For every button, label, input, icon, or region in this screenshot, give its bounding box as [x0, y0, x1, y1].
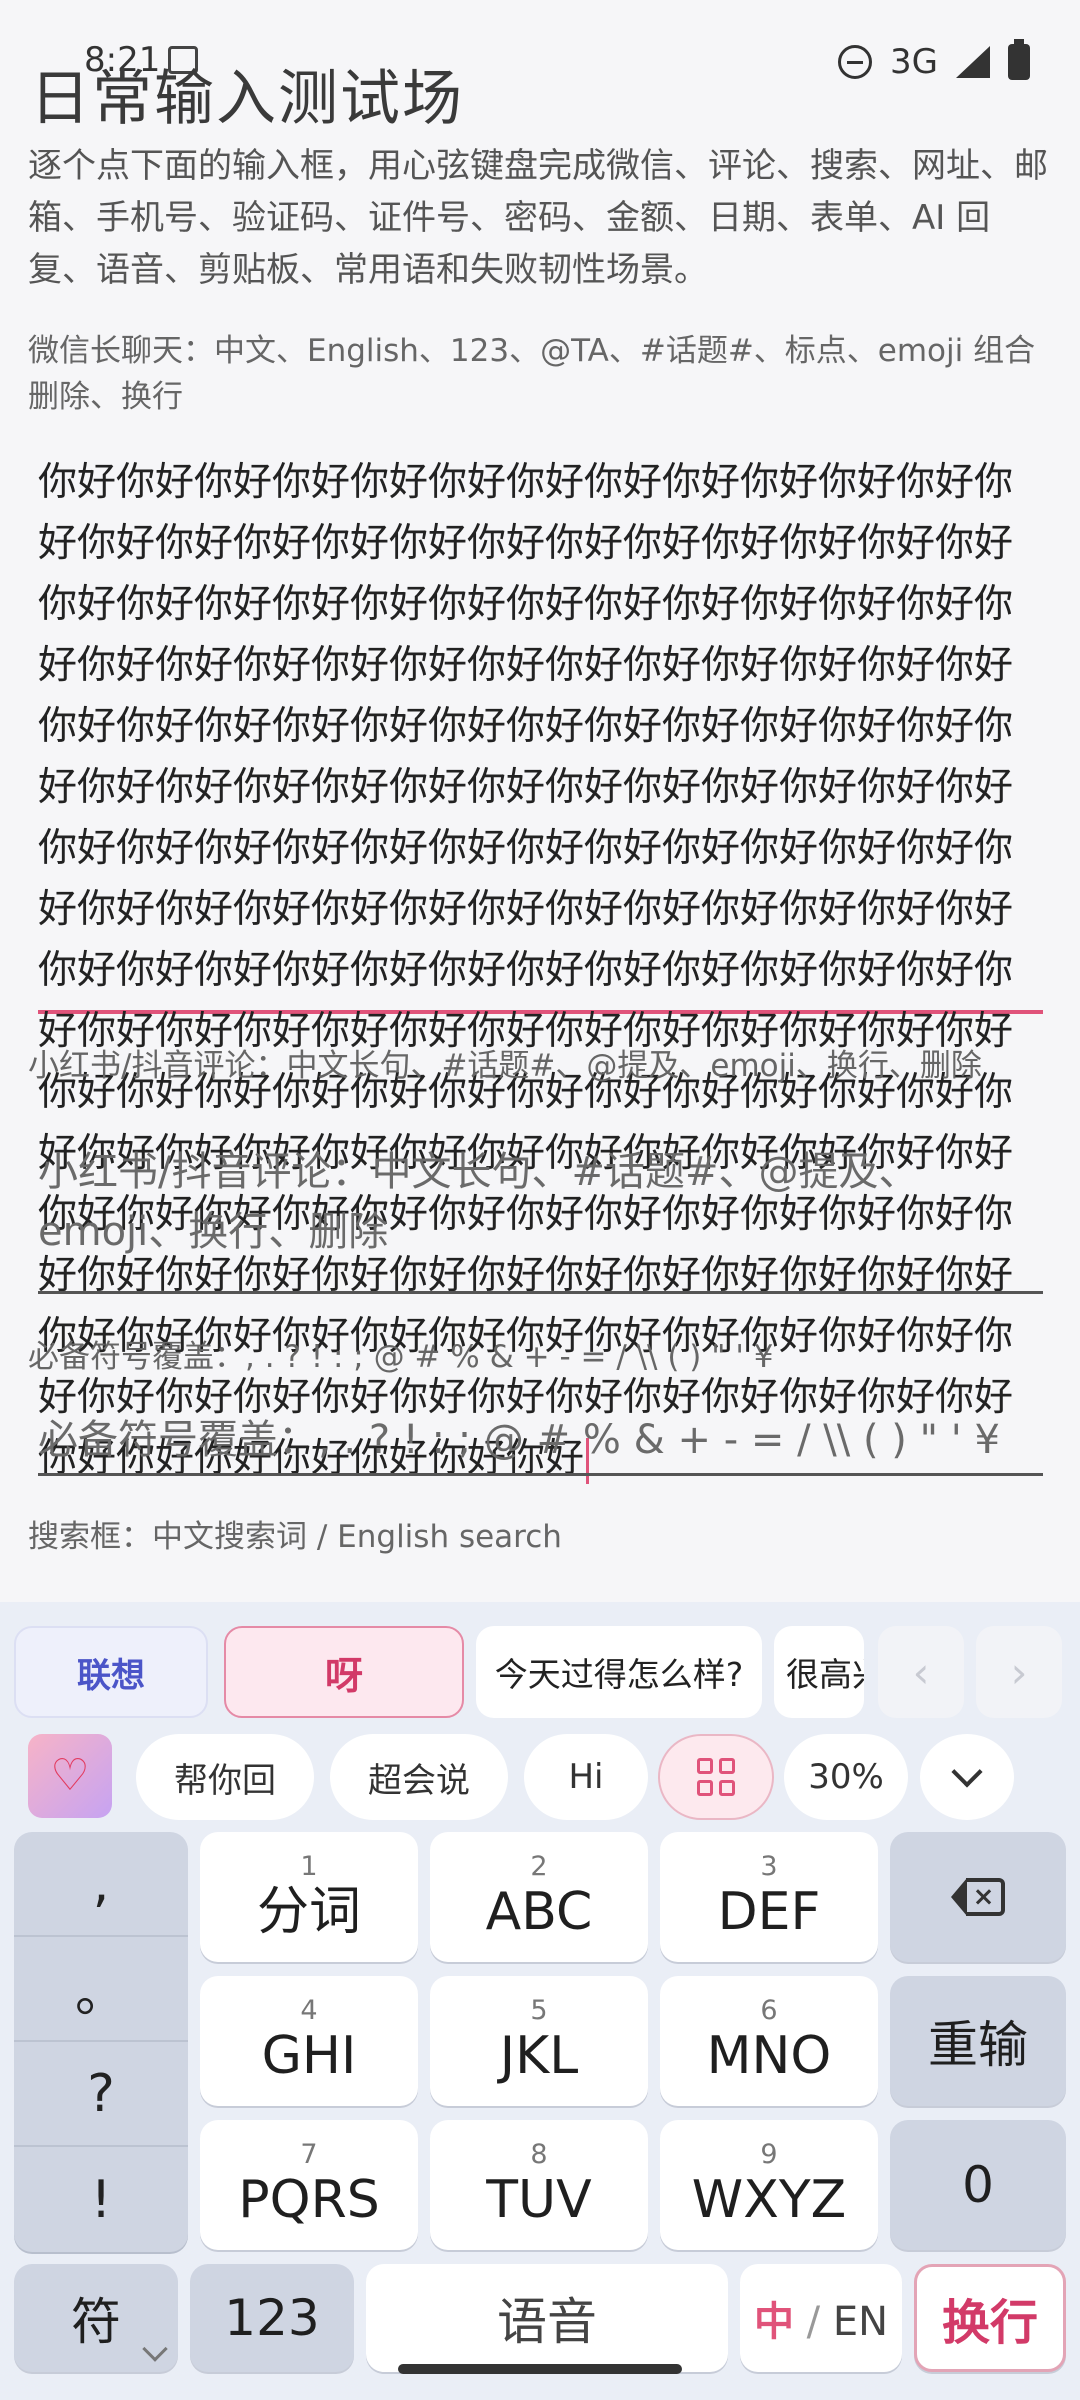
candidate-3[interactable]: 很高兴: [774, 1626, 864, 1718]
lang-sep: /: [806, 2299, 821, 2345]
enter-label: 换行: [941, 2295, 1038, 2351]
page-title: 日常输入测试场: [30, 64, 464, 134]
comment-field-label: 小红书/抖音评论：中文长句、#话题#、@提及、emoji、换行、删除: [28, 1048, 982, 1084]
key-2-label: ABC: [485, 1882, 593, 1942]
key-5[interactable]: 5 JKL: [430, 1976, 648, 2106]
punct-question-key[interactable]: ?: [14, 2042, 188, 2147]
punctuation-column: , 。 ? !: [14, 1832, 188, 2252]
symbols-field-label: 必备符号覆盖：, . ? ! : ; @ # % & + - = / \\ ( …: [28, 1339, 774, 1375]
key-5-num: 5: [530, 1995, 548, 2026]
retype-key[interactable]: 重输: [890, 1976, 1066, 2106]
key-6[interactable]: 6 MNO: [660, 1976, 878, 2106]
punct-comma-key[interactable]: ,: [14, 1832, 188, 1937]
wechat-chat-input[interactable]: 你好你好你好你好你好你好你好你好你好你好你好你好你好你好你好你好你好你好你好你好…: [38, 444, 1043, 1484]
zero-label: 0: [962, 2156, 994, 2214]
candidate-next-button[interactable]: ›: [976, 1626, 1062, 1718]
key-8-label: TUV: [486, 2170, 592, 2230]
key-3[interactable]: 3 DEF: [660, 1832, 878, 1962]
key-2[interactable]: 2 ABC: [430, 1832, 648, 1962]
ime-keyboard: 联想 呀 今天过得怎么样? 很高兴 ‹ › ♡ 帮你回 超会说 Hi 30% ,…: [0, 1602, 1080, 2400]
signal-icon: [956, 46, 990, 78]
lang-en: EN: [832, 2299, 889, 2345]
language-switch-key[interactable]: 中 / EN: [740, 2264, 902, 2372]
percent-button[interactable]: 30%: [784, 1734, 908, 1820]
symbol-label: 符: [71, 2293, 121, 2351]
status-indicators: 3G: [838, 39, 1030, 82]
key-2-num: 2: [530, 1851, 548, 1882]
wechat-field-label: 微信长聊天：中文、English、123、@TA、#话题#、标点、emoji 组…: [28, 333, 1036, 415]
grid-icon: [697, 1758, 735, 1796]
numbers-label: 123: [224, 2289, 320, 2347]
help-reply-button[interactable]: 帮你回: [136, 1734, 314, 1820]
key-1-label: 分词: [256, 1882, 361, 1942]
home-indicator[interactable]: [398, 2364, 682, 2374]
comment-placeholder: 小红书/抖音评论：中文长句、#话题#、@提及、emoji、换行、删除: [38, 1149, 919, 1255]
symbol-key[interactable]: 符: [14, 2264, 178, 2372]
do-not-disturb-icon: [838, 45, 873, 79]
key-1-num: 1: [300, 1851, 318, 1882]
wechat-chat-text: 你好你好你好你好你好你好你好你好你好你好你好你好你好你好你好你好你好你好你好你好…: [38, 460, 1014, 1481]
key-8-num: 8: [530, 2139, 548, 2170]
language-label: 中 / EN: [754, 2289, 888, 2347]
key-3-num: 3: [760, 1851, 778, 1882]
key-4[interactable]: 4 GHI: [200, 1976, 418, 2106]
enter-key[interactable]: 换行: [914, 2264, 1066, 2372]
chevron-down-icon: [951, 1756, 983, 1788]
key-7-label: PQRS: [238, 2170, 380, 2230]
symbols-placeholder: 必备符号覆盖：, . ? ! : ; @ # % & + - = / \\ ( …: [38, 1417, 1000, 1463]
backspace-key[interactable]: ×: [890, 1832, 1066, 1962]
candidate-2[interactable]: 今天过得怎么样?: [476, 1626, 762, 1718]
hi-button[interactable]: Hi: [524, 1734, 648, 1820]
punct-exclaim-key[interactable]: !: [14, 2147, 188, 2252]
voice-space-key[interactable]: 语音: [366, 2264, 728, 2372]
comment-input[interactable]: 小红书/抖音评论：中文长句、#话题#、@提及、emoji、换行、删除: [38, 1142, 1043, 1294]
battery-icon: [1008, 39, 1030, 80]
candidate-1[interactable]: 呀: [224, 1626, 464, 1718]
candidate-prev-button[interactable]: ‹: [878, 1626, 964, 1718]
collapse-keyboard-button[interactable]: [920, 1734, 1014, 1820]
apps-grid-button[interactable]: [658, 1734, 774, 1820]
keyboard-logo-icon[interactable]: ♡: [28, 1734, 112, 1818]
key-1[interactable]: 1 分词: [200, 1832, 418, 1962]
backspace-icon: ×: [951, 1878, 1005, 1916]
keypad: , 。 ? ! 1 分词 2 ABC 3 DEF × 4 GHI 5 JKL 6…: [14, 1832, 1066, 2400]
punct-period-key[interactable]: 。: [14, 1937, 188, 2042]
key-7[interactable]: 7 PQRS: [200, 2120, 418, 2250]
network-type: 3G: [890, 42, 938, 82]
symbols-input[interactable]: 必备符号覆盖：, . ? ! : ; @ # % & + - = / \\ ( …: [38, 1412, 1043, 1476]
association-button[interactable]: 联想: [14, 1626, 208, 1718]
key-3-label: DEF: [717, 1882, 821, 1942]
page-intro: 逐个点下面的输入框，用心弦键盘完成微信、评论、搜索、网址、邮箱、手机号、验证码、…: [28, 146, 1048, 290]
toolbar: ♡ 帮你回 超会说 Hi 30%: [14, 1734, 1066, 1820]
key-6-num: 6: [760, 1995, 778, 2026]
voice-label: 语音: [497, 2293, 597, 2351]
search-field-label: 搜索框：中文搜索词 / English search: [28, 1519, 562, 1555]
key-9[interactable]: 9 WXYZ: [660, 2120, 878, 2250]
key-9-num: 9: [760, 2139, 778, 2170]
candidate-bar: 联想 呀 今天过得怎么样? 很高兴 ‹ ›: [14, 1626, 1066, 1718]
lang-zh: 中: [753, 2299, 794, 2345]
super-talk-button[interactable]: 超会说: [330, 1734, 508, 1820]
numbers-key[interactable]: 123: [190, 2264, 354, 2372]
key-7-num: 7: [300, 2139, 318, 2170]
key-9-label: WXYZ: [691, 2170, 847, 2230]
key-5-label: JKL: [499, 2026, 579, 2086]
zero-key[interactable]: 0: [890, 2120, 1066, 2250]
retype-label: 重输: [928, 2016, 1028, 2074]
key-4-label: GHI: [261, 2026, 357, 2086]
key-6-label: MNO: [706, 2026, 832, 2086]
key-8[interactable]: 8 TUV: [430, 2120, 648, 2250]
chevron-down-icon: [142, 2336, 168, 2362]
key-4-num: 4: [300, 1995, 318, 2026]
